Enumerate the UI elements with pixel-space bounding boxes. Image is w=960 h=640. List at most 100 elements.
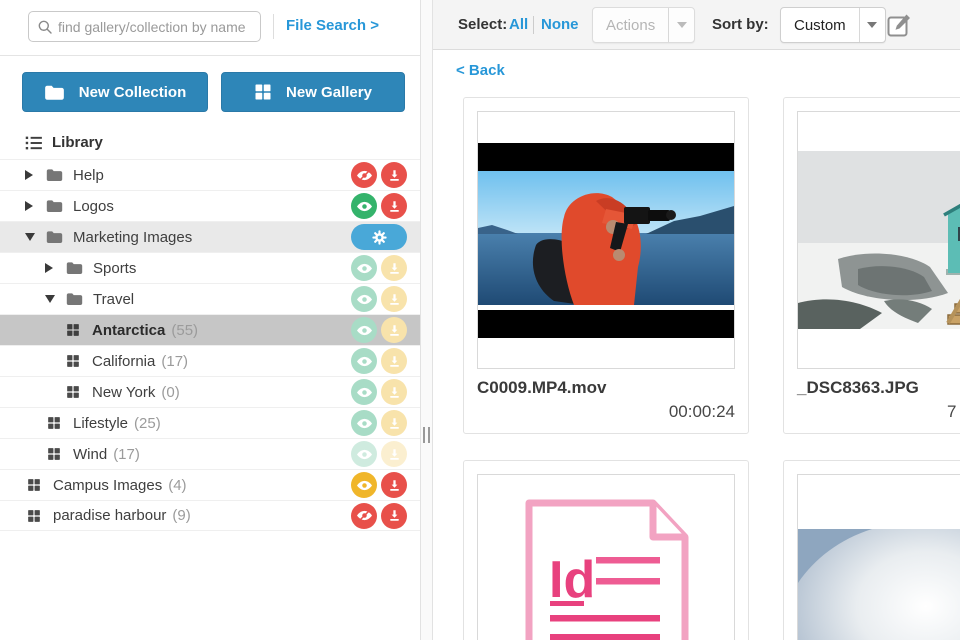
tree-item-marketing-images[interactable]: Marketing Images [0,221,420,252]
tree-item-help[interactable]: Help [0,159,420,190]
tree-item-sports[interactable]: Sports [0,252,420,283]
sort-dropdown[interactable]: Custom [780,7,886,43]
download-status-icon[interactable] [381,379,407,405]
snow-landscape-photo [798,529,960,640]
tree-item-new-york[interactable]: New York (0) [0,376,420,407]
grid-icon [47,416,61,430]
list-icon [25,136,42,149]
tree-item-lifestyle[interactable]: Lifestyle (25) [0,407,420,438]
grid-icon [47,447,61,461]
tree-item-logos[interactable]: Logos [0,190,420,221]
new-gallery-button[interactable]: New Gallery [221,72,405,112]
folder-icon [44,84,65,101]
visibility-status-icon[interactable] [351,255,377,281]
edit-button[interactable] [885,12,912,39]
tree-item-campus-images[interactable]: Campus Images (4) [0,469,420,500]
download-status-icon[interactable] [381,286,407,312]
grid-icon [66,354,80,368]
visibility-status-icon[interactable] [351,317,377,343]
visibility-status-icon[interactable] [351,286,377,312]
sort-value: Custom [794,16,846,34]
tree-item-travel[interactable]: Travel [0,283,420,314]
grid-icon [66,323,80,337]
chevron-down-icon[interactable] [858,8,885,42]
tree-item-label: New York [92,383,156,401]
folder-icon [46,230,63,244]
expand-arrow-icon[interactable] [25,170,33,180]
divider-line [273,14,274,39]
video-thumbnail [478,142,734,338]
download-status-icon[interactable] [381,193,407,219]
tree-item-count: (25) [134,414,161,432]
asset-thumbnail[interactable] [797,474,960,640]
actions-dropdown[interactable]: Actions [592,7,696,43]
visibility-status-icon[interactable] [351,472,377,498]
back-link[interactable]: < Back [456,62,505,79]
tree-item-label: Help [73,166,104,184]
tree-item-wind[interactable]: Wind (17) [0,438,420,469]
resize-grip-icon[interactable] [423,427,430,443]
tree-item-label: paradise harbour [53,507,167,524]
chevron-down-icon[interactable] [668,8,694,42]
asset-duration: 00:00:24 [668,402,735,421]
tree-item-count: (9) [172,507,191,524]
download-status-icon[interactable] [381,348,407,374]
asset-card-image[interactable]: _DSC8363.JPG 7 [783,97,960,434]
sidebar-search-bar: File Search > [0,0,420,56]
photographer-photo [478,170,734,305]
download-status-icon[interactable] [381,255,407,281]
download-status-icon[interactable] [381,317,407,343]
expand-arrow-icon[interactable] [25,201,33,211]
visibility-status-icon[interactable] [351,348,377,374]
collapse-arrow-icon[interactable] [45,295,55,303]
visibility-status-icon[interactable] [351,441,377,467]
visibility-status-icon[interactable] [351,193,377,219]
folder-icon [46,168,63,182]
download-status-icon[interactable] [381,410,407,436]
download-status-icon[interactable] [381,472,407,498]
file-search-link[interactable]: File Search > [286,17,379,34]
new-collection-label: New Collection [78,83,187,101]
settings-button[interactable] [351,224,407,250]
visibility-status-icon[interactable] [351,162,377,188]
divider-line [533,16,534,34]
select-none-link[interactable]: None [541,16,579,33]
folder-icon [46,199,63,213]
tree-item-count: (4) [168,476,187,494]
visibility-status-icon[interactable] [351,379,377,405]
expand-arrow-icon[interactable] [45,263,53,273]
select-all-link[interactable]: All [509,16,528,33]
library-tree: Help Logos Marketing Images Sports Trave… [0,159,420,531]
visibility-status-icon[interactable] [351,410,377,436]
asset-thumbnail[interactable]: Id [477,474,735,640]
download-status-icon[interactable] [381,441,407,467]
tree-item-label: Wind [73,445,108,463]
collapse-arrow-icon[interactable] [25,233,35,241]
panel-resize-handle[interactable] [420,0,433,640]
tree-item-california[interactable]: California (17) [0,345,420,376]
tree-item-label: Travel [93,290,135,308]
tree-item-count: (17) [161,352,189,370]
search-box[interactable] [28,11,261,42]
tree-item-paradise-harbour[interactable]: paradise harbour (9) [0,500,420,531]
search-icon [38,20,52,34]
search-input[interactable] [58,18,248,35]
download-status-icon[interactable] [381,162,407,188]
asset-card-image[interactable] [783,460,960,640]
asset-card-indesign[interactable]: Id [463,460,749,640]
download-status-icon[interactable] [381,502,407,529]
new-collection-button[interactable]: New Collection [22,72,208,112]
visibility-status-icon[interactable] [351,502,377,529]
tree-item-label: Logos [73,197,114,215]
tree-item-label: Antarctica [92,321,166,339]
actions-label: Actions [606,16,656,34]
tree-item-antarctica[interactable]: Antarctica (55) [0,314,420,345]
gear-icon [371,229,387,245]
sidebar: File Search > New Collection New Gallery… [0,0,420,640]
asset-thumbnail[interactable] [797,111,960,369]
grid-icon [27,478,41,492]
asset-card-video[interactable]: C0009.MP4.mov 00:00:24 [463,97,749,434]
app-window: File Search > New Collection New Gallery… [0,0,960,640]
compose-icon [887,14,910,37]
asset-thumbnail[interactable] [477,111,735,369]
